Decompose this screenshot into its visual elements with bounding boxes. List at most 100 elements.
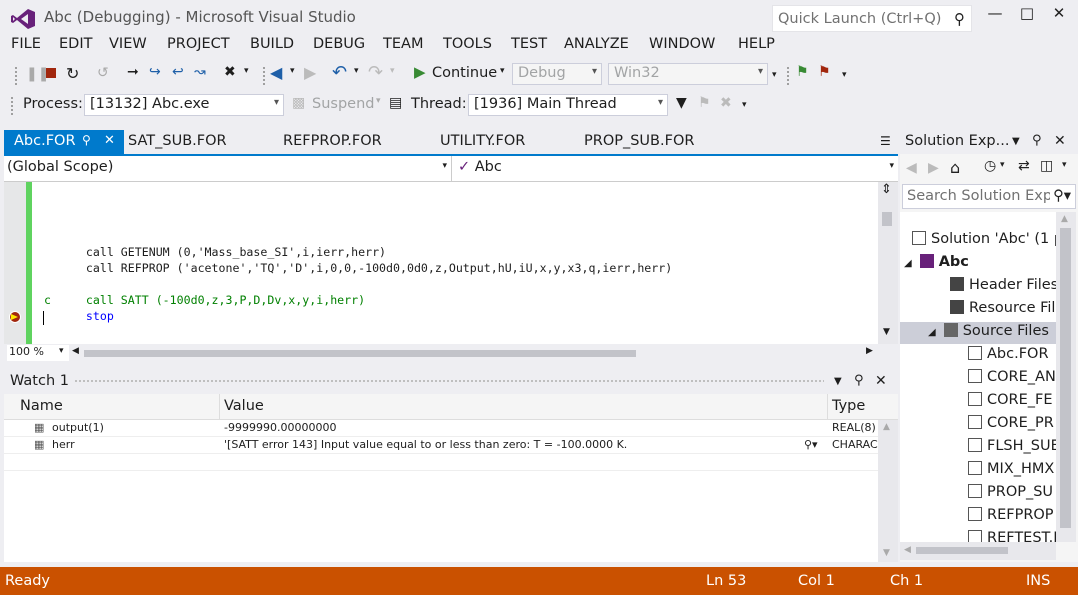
configuration-select[interactable]: Debug ▾ (512, 63, 602, 85)
toolbar-grip[interactable] (14, 66, 18, 86)
expanded-triangle-icon[interactable]: ◢ (928, 327, 936, 338)
unflag-threads-icon[interactable]: ✖ (720, 95, 732, 111)
watch-value[interactable]: '[SATT error 143] Input value equal to o… (224, 438, 794, 451)
maximize-button[interactable]: □ (1012, 4, 1042, 28)
scroll-left-icon[interactable]: ◀ (904, 545, 911, 555)
toolbar-grip[interactable] (786, 66, 790, 86)
scroll-thumb[interactable] (1060, 228, 1071, 528)
pin-icon[interactable]: ⚲ (854, 373, 864, 388)
menu-view[interactable]: VIEW (109, 36, 147, 52)
stop-debugging-icon[interactable] (46, 68, 56, 78)
step-into-arrow-icon[interactable]: ➞ (127, 64, 139, 80)
solution-search-input[interactable]: Search Solution Exp ⚲▾ (902, 184, 1076, 209)
chevron-down-icon[interactable]: ▼ (883, 327, 890, 337)
split-window-icon[interactable]: ⇕ (881, 182, 892, 197)
watch-row-empty[interactable] (4, 454, 878, 471)
menu-build[interactable]: BUILD (250, 36, 294, 52)
chevron-up-icon[interactable]: ▲ (883, 422, 890, 432)
toolbar-grip[interactable] (10, 96, 14, 116)
show-next-statement-icon[interactable]: ↺ (97, 65, 109, 81)
chevron-down-icon[interactable]: ▾ (354, 66, 359, 76)
process-select[interactable]: [13132] Abc.exe ▾ (84, 94, 284, 116)
solution-vertical-scrollbar[interactable]: ▲ (1056, 212, 1076, 542)
tab-overflow-icon[interactable]: ☰ (880, 134, 891, 148)
tree-item-file[interactable]: PROP_SU (968, 482, 1053, 504)
pin-icon[interactable]: ⚲ (1032, 133, 1042, 148)
menu-window[interactable]: WINDOW (649, 36, 715, 52)
tab-utility-for[interactable]: UTILITY.FOR (430, 130, 525, 154)
tree-item-file[interactable]: FLSH_SUE (968, 436, 1056, 458)
menu-project[interactable]: PROJECT (167, 36, 230, 52)
chevron-down-icon[interactable]: ▼ (834, 376, 842, 387)
tree-item-file[interactable]: CORE_AN (968, 367, 1056, 389)
member-select[interactable]: ✓ Abc ▾ (452, 156, 898, 181)
redo-icon[interactable]: ↷ (368, 62, 383, 83)
expanded-triangle-icon[interactable]: ◢ (904, 258, 912, 269)
solution-horizontal-scrollbar[interactable]: ◀ (900, 542, 1056, 560)
navigate-forward-icon[interactable]: ▶ (304, 63, 316, 82)
tab-abc-for[interactable]: Abc.FOR ⚲ ✕ (4, 130, 124, 154)
editor-vertical-scrollbar[interactable]: ⇕ ▼ (878, 182, 898, 344)
watch-row[interactable]: ▦ herr '[SATT error 143] Input value equ… (4, 437, 878, 454)
visualizer-search-icon[interactable]: ⚲▾ (804, 438, 818, 451)
tab-sat-sub-for[interactable]: SAT_SUB.FOR (118, 130, 227, 154)
step-out-icon[interactable]: ↝ (194, 64, 206, 80)
tree-item-file[interactable]: MIX_HMX (968, 459, 1054, 481)
flag-threads-icon[interactable]: ⚑ (698, 95, 711, 111)
quick-launch-input[interactable]: Quick Launch (Ctrl+Q) ⚲ (772, 5, 972, 32)
chevron-down-icon[interactable]: ▾ (244, 66, 249, 76)
menu-edit[interactable]: EDIT (59, 36, 92, 52)
tree-item-file[interactable]: CORE_FE (968, 390, 1053, 412)
toolbar-overflow-icon[interactable]: ▾ (742, 100, 747, 110)
minimize-button[interactable]: — (980, 4, 1010, 28)
chevron-up-icon[interactable]: ▲ (1061, 214, 1068, 224)
breakpoint-add-icon[interactable]: ⚑ (796, 64, 809, 80)
forward-icon[interactable]: ▶ (928, 160, 939, 176)
menu-analyze[interactable]: ANALYZE (564, 36, 629, 52)
menu-file[interactable]: FILE (11, 36, 41, 52)
toolbar-grip[interactable] (262, 66, 266, 86)
sync-icon[interactable]: ⇄ (1018, 158, 1030, 174)
undo-icon[interactable]: ↶ (332, 62, 347, 83)
tree-item-file[interactable]: CORE_PR (968, 413, 1054, 435)
step-into-icon[interactable]: ↪ (149, 64, 161, 80)
menu-test[interactable]: TEST (511, 36, 547, 52)
navigate-back-icon[interactable]: ◀ (270, 63, 282, 82)
home-icon[interactable]: ⌂ (950, 158, 960, 177)
chevron-down-icon[interactable]: ▾ (290, 66, 295, 76)
pin-icon[interactable]: ⚲ (82, 133, 91, 147)
tree-item-resource-files[interactable]: Resource Fil (950, 298, 1055, 320)
panel-grip[interactable] (74, 379, 824, 384)
tree-item-project[interactable]: ◢ Abc (904, 252, 969, 274)
scope-select[interactable]: (Global Scope) ▾ (4, 156, 452, 181)
pending-changes-filter-icon[interactable]: ◷ (984, 158, 996, 174)
close-window-button[interactable]: ✕ (1044, 4, 1074, 28)
toolbar-overflow-icon[interactable]: ▾ (1062, 160, 1067, 170)
tree-item-source-files[interactable]: ◢ Source Files (928, 321, 1049, 343)
menu-team[interactable]: TEAM (383, 36, 423, 52)
column-type[interactable]: Type (826, 394, 878, 420)
filter-icon[interactable]: ▼ (676, 95, 687, 111)
watch-value[interactable]: -9999990.00000000 (224, 421, 824, 434)
tree-item-solution[interactable]: Solution 'Abc' (1 p (912, 229, 1056, 251)
platform-select[interactable]: Win32 ▾ (608, 63, 768, 85)
continue-button[interactable]: Continue (432, 65, 497, 81)
column-value[interactable]: Value (218, 394, 828, 420)
chevron-down-icon[interactable]: ▾ (500, 66, 505, 76)
tree-item-file[interactable]: REFTEST.F (968, 528, 1056, 542)
chevron-down-icon[interactable]: ▼ (1012, 136, 1020, 147)
scroll-right-icon[interactable]: ▶ (866, 346, 873, 356)
suspend-icon[interactable]: ▩ (292, 95, 305, 111)
close-icon[interactable]: ✕ (104, 133, 115, 148)
back-icon[interactable]: ◀ (906, 160, 917, 176)
suspend-button[interactable]: Suspend (312, 96, 374, 112)
scroll-thumb[interactable] (916, 547, 1008, 554)
chevron-down-icon[interactable]: ▾ (1000, 160, 1005, 170)
close-icon[interactable]: ✕ (1054, 133, 1066, 149)
scroll-thumb[interactable] (882, 212, 892, 226)
horizontal-scroll-thumb[interactable] (84, 350, 636, 357)
hex-display-icon[interactable]: ✖ (224, 64, 236, 80)
restart-icon[interactable]: ↻ (66, 64, 79, 83)
chevron-down-icon[interactable]: ▼ (883, 548, 890, 558)
menu-debug[interactable]: DEBUG (313, 36, 365, 52)
